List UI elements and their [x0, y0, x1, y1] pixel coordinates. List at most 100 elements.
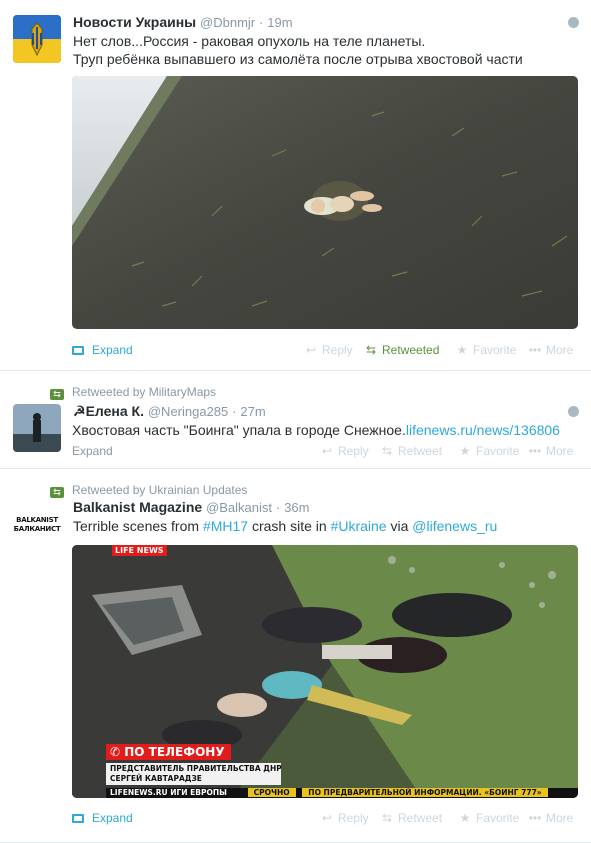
reply-label: Reply [338, 811, 369, 825]
retweeted-by-label: Retweeted by Ukrainian Updates [72, 483, 248, 497]
star-icon: ★ [459, 444, 471, 458]
caption-line-1: ПРЕДСТАВИТЕЛЬ ПРАВИТЕЛЬСТВА ДНР [110, 764, 282, 773]
retweet-icon: ⇆ [50, 389, 64, 400]
globe-icon [568, 17, 579, 28]
mention-lifenews[interactable]: @lifenews_ru [412, 518, 497, 534]
tweet-photo[interactable]: LIFE NEWS ✆ ПО ТЕЛЕФОНУ ПРЕДСТАВИТЕЛЬ ПР… [72, 545, 578, 798]
tweet-text-3: via [386, 518, 413, 534]
ellipsis-icon: ••• [528, 811, 542, 825]
ellipsis-icon: ••• [528, 343, 542, 357]
tweet-text-line-1: Нет слов...Россия - раковая опухоль на т… [73, 33, 426, 49]
ticker-urgent: СРОЧНО [247, 788, 296, 797]
tweet-text-line-2: Труп ребёнка выпавшего из самолёта после… [73, 51, 523, 67]
tweet-actions: Expand ↩ Reply ⇆ Retweet ★ Favorite ••• More [72, 444, 578, 462]
logo-text-1: BALKANIST [16, 516, 58, 524]
favorite-label: Favorite [473, 343, 517, 357]
expand-link[interactable]: Expand [72, 444, 113, 458]
favorite-button[interactable]: ★ Favorite [458, 444, 520, 458]
retweet-label: Retweeted [382, 343, 440, 357]
reply-label: Reply [322, 343, 353, 357]
ukraine-flag-avatar [13, 15, 61, 63]
retweeted-by-label: Retweeted by MilitaryMaps [72, 385, 217, 399]
retweet-button[interactable]: ⇆ Retweeted [364, 343, 439, 357]
tweet-text-2: crash site in [248, 518, 331, 534]
tweet-text: Terrible scenes from #MH17 crash site in… [73, 517, 497, 536]
reply-button[interactable]: ↩ Reply [320, 444, 369, 458]
person-photo-avatar [13, 404, 61, 452]
globe-icon [568, 406, 579, 417]
tweet-3[interactable]: ⇆ Retweeted by Ukrainian Updates BALKANIS… [0, 469, 591, 843]
reply-button[interactable]: ↩ Reply [304, 343, 353, 357]
display-name[interactable]: Новости Украины [73, 14, 196, 30]
separator: · [232, 404, 237, 419]
tweet-2[interactable]: ⇆ Retweeted by MilitaryMaps ☭Елена К. @Ne… [0, 371, 591, 469]
hashtag-mh17[interactable]: #MH17 [203, 518, 248, 534]
retweet-context[interactable]: ⇆ Retweeted by MilitaryMaps [50, 385, 216, 400]
tweet-actions: Expand ↩ Reply ⇆ Retweet ★ Favorite ••• More [72, 811, 578, 829]
retweet-label: Retweet [398, 811, 443, 825]
expand-label: Expand [92, 343, 133, 357]
name-prefix: ☭ [73, 403, 86, 419]
expand-label: Expand [92, 811, 133, 825]
retweet-label: Retweet [398, 444, 443, 458]
favorite-label: Favorite [476, 444, 520, 458]
retweet-button[interactable]: ⇆ Retweet [380, 444, 442, 458]
separator: · [259, 15, 264, 30]
tweet-text-body: Хвостовая часть "Боинга" упала в городе … [72, 422, 406, 438]
ticker-info: ПО ПРЕДВАРИТЕЛЬНОЙ ИНФОРМАЦИИ. «БОИНГ 77… [302, 788, 548, 797]
favorite-button[interactable]: ★ Favorite [455, 343, 517, 357]
tweet-link[interactable]: lifenews.ru/news/136806 [406, 422, 560, 438]
retweet-icon: ⇆ [381, 811, 393, 825]
balkanist-logo: BALKANIST БАЛКАНИСТ [13, 516, 61, 534]
star-icon: ★ [459, 811, 471, 825]
expand-icon [72, 346, 84, 355]
lifenews-logo: LIFE NEWS [112, 545, 167, 556]
expand-link[interactable]: Expand [72, 811, 133, 825]
more-button[interactable]: ••• More [528, 811, 574, 825]
reply-label: Reply [338, 444, 369, 458]
avatar[interactable]: BALKANIST БАЛКАНИСТ [13, 502, 61, 550]
reply-icon: ↩ [305, 343, 317, 357]
display-name[interactable]: Елена К. [86, 403, 144, 419]
retweet-button[interactable]: ⇆ Retweet [380, 811, 442, 825]
caption-line-2: СЕРГЕЙ КАВТАРАДЗЕ [110, 774, 202, 783]
retweet-icon: ⇆ [365, 343, 377, 357]
timestamp[interactable]: 19m [267, 15, 292, 30]
caption-box: ПРЕДСТАВИТЕЛЬ ПРАВИТЕЛЬСТВА ДНР СЕРГЕЙ К… [106, 763, 282, 785]
star-icon: ★ [456, 343, 468, 357]
favorite-button[interactable]: ★ Favorite [458, 811, 520, 825]
ticker-site: LIFENEWS.RU [110, 788, 168, 797]
hashtag-ukraine[interactable]: #Ukraine [331, 518, 387, 534]
expand-icon [72, 814, 84, 823]
reply-icon: ↩ [321, 811, 333, 825]
tweet-text-1: Terrible scenes from [73, 518, 203, 534]
handle[interactable]: @Balkanist [206, 500, 272, 515]
reply-button[interactable]: ↩ Reply [320, 811, 369, 825]
crash-scene-photo [72, 545, 578, 798]
tweet-text: Хвостовая часть "Боинга" упала в городе … [72, 421, 560, 440]
timestamp[interactable]: 36m [284, 500, 309, 515]
more-label: More [546, 811, 574, 825]
tweet-photo[interactable] [72, 76, 578, 329]
phone-icon: ✆ [110, 745, 125, 759]
more-button[interactable]: ••• More [528, 343, 574, 357]
avatar[interactable] [13, 15, 61, 63]
avatar[interactable] [13, 404, 61, 452]
tweet-1[interactable]: Новости Украины @Dbnmjr · 19m Нет слов..… [0, 0, 591, 371]
expand-link[interactable]: Expand [72, 343, 133, 357]
display-name[interactable]: Balkanist Magazine [73, 499, 202, 515]
separator: · [275, 500, 281, 515]
favorite-label: Favorite [476, 811, 520, 825]
handle[interactable]: @Dbnmjr [200, 15, 255, 30]
timestamp[interactable]: 27m [240, 404, 265, 419]
reply-icon: ↩ [321, 444, 333, 458]
tweet-actions: Expand ↩ Reply ⇆ Retweeted ★ Favorite ••• Mo… [72, 343, 578, 361]
more-label: More [546, 444, 574, 458]
handle[interactable]: @Neringa285 [148, 404, 228, 419]
retweet-context[interactable]: ⇆ Retweeted by Ukrainian Updates [50, 483, 247, 498]
ticker-text: ИГИ ЕВРОПЫ [170, 788, 227, 797]
ellipsis-icon: ••• [528, 444, 542, 458]
phone-banner: ✆ ПО ТЕЛЕФОНУ [106, 744, 231, 760]
more-label: More [546, 343, 574, 357]
more-button[interactable]: ••• More [528, 444, 574, 458]
